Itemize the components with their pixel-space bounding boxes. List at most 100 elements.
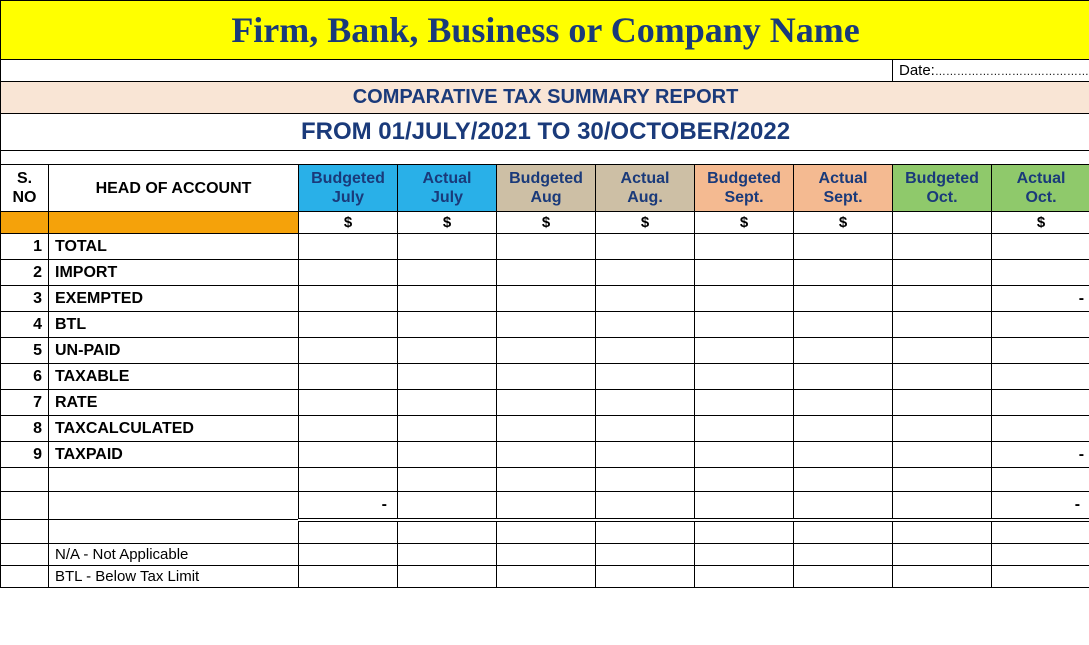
value-cell[interactable] — [497, 234, 596, 260]
value-cell[interactable] — [794, 364, 893, 390]
value-cell[interactable] — [992, 260, 1089, 286]
value-cell[interactable] — [794, 416, 893, 442]
value-cell[interactable] — [992, 312, 1089, 338]
value-cell[interactable] — [497, 338, 596, 364]
account-name-cell: IMPORT — [49, 260, 299, 286]
currency-head-cell[interactable] — [49, 212, 299, 234]
header-actual-oct: ActualOct. — [992, 165, 1089, 212]
value-cell[interactable] — [992, 234, 1089, 260]
value-cell[interactable] — [299, 416, 398, 442]
value-cell[interactable] — [299, 260, 398, 286]
value-cell[interactable] — [299, 390, 398, 416]
currency-cell[interactable]: $ — [695, 212, 794, 234]
value-cell[interactable] — [794, 312, 893, 338]
value-cell[interactable] — [794, 390, 893, 416]
value-cell[interactable] — [893, 286, 992, 312]
currency-cell[interactable]: $ — [596, 212, 695, 234]
value-cell[interactable] — [695, 234, 794, 260]
currency-cell[interactable]: $ — [794, 212, 893, 234]
currency-cell[interactable]: $ — [497, 212, 596, 234]
value-cell[interactable] — [794, 286, 893, 312]
value-cell[interactable] — [596, 260, 695, 286]
value-cell[interactable] — [893, 312, 992, 338]
value-cell[interactable] — [596, 416, 695, 442]
value-cell[interactable] — [497, 286, 596, 312]
value-cell[interactable] — [398, 416, 497, 442]
value-cell[interactable] — [497, 442, 596, 468]
value-cell[interactable] — [695, 260, 794, 286]
table-row: 7RATE — [1, 390, 1089, 416]
header-budgeted-oct: BudgetedOct. — [893, 165, 992, 212]
value-cell[interactable] — [398, 442, 497, 468]
currency-cell[interactable]: $ — [992, 212, 1089, 234]
value-cell[interactable] — [299, 312, 398, 338]
value-cell[interactable] — [497, 260, 596, 286]
table-row: 4BTL — [1, 312, 1089, 338]
total-cell[interactable] — [596, 492, 695, 520]
value-cell[interactable] — [398, 312, 497, 338]
total-cell[interactable] — [794, 492, 893, 520]
value-cell[interactable] — [299, 442, 398, 468]
value-cell[interactable] — [596, 364, 695, 390]
value-cell[interactable] — [299, 234, 398, 260]
value-cell[interactable] — [695, 286, 794, 312]
date-label: Date: — [899, 62, 935, 79]
value-cell[interactable] — [794, 338, 893, 364]
value-cell[interactable] — [398, 286, 497, 312]
value-cell[interactable] — [596, 442, 695, 468]
value-cell[interactable] — [398, 260, 497, 286]
table-row: 3EXEMPTED- — [1, 286, 1089, 312]
value-cell[interactable] — [695, 416, 794, 442]
value-cell[interactable] — [893, 442, 992, 468]
value-cell[interactable] — [497, 312, 596, 338]
total-cell[interactable]: - — [992, 492, 1089, 520]
total-cell[interactable]: - — [299, 492, 398, 520]
value-cell[interactable] — [398, 390, 497, 416]
currency-cell[interactable]: $ — [398, 212, 497, 234]
currency-sno-cell[interactable] — [1, 212, 49, 234]
value-cell[interactable] — [596, 312, 695, 338]
value-cell[interactable] — [398, 234, 497, 260]
total-cell[interactable] — [893, 492, 992, 520]
value-cell[interactable] — [893, 234, 992, 260]
table-row: 5UN-PAID — [1, 338, 1089, 364]
value-cell[interactable] — [893, 364, 992, 390]
value-cell[interactable] — [299, 286, 398, 312]
value-cell[interactable] — [299, 364, 398, 390]
currency-cell[interactable] — [893, 212, 992, 234]
value-cell[interactable] — [893, 416, 992, 442]
value-cell[interactable] — [398, 364, 497, 390]
value-cell[interactable] — [695, 338, 794, 364]
value-cell[interactable] — [497, 364, 596, 390]
value-cell[interactable] — [992, 390, 1089, 416]
value-cell[interactable] — [992, 338, 1089, 364]
value-cell[interactable] — [794, 260, 893, 286]
value-cell[interactable] — [893, 338, 992, 364]
value-cell[interactable] — [992, 364, 1089, 390]
value-cell[interactable] — [893, 260, 992, 286]
value-cell[interactable] — [794, 442, 893, 468]
total-cell[interactable] — [695, 492, 794, 520]
value-cell[interactable] — [893, 390, 992, 416]
value-cell[interactable]: - — [992, 286, 1089, 312]
value-cell[interactable] — [695, 364, 794, 390]
total-cell[interactable] — [398, 492, 497, 520]
value-cell[interactable] — [695, 312, 794, 338]
currency-cell[interactable]: $ — [299, 212, 398, 234]
table-row: 1 TOTAL — [1, 234, 1089, 260]
value-cell[interactable] — [497, 390, 596, 416]
value-cell[interactable] — [794, 234, 893, 260]
value-cell[interactable] — [596, 286, 695, 312]
value-cell[interactable] — [398, 338, 497, 364]
value-cell[interactable] — [299, 338, 398, 364]
value-cell[interactable]: - — [992, 442, 1089, 468]
total-cell[interactable] — [497, 492, 596, 520]
value-cell[interactable] — [497, 416, 596, 442]
value-cell[interactable] — [992, 416, 1089, 442]
value-cell[interactable] — [596, 338, 695, 364]
date-value[interactable]: ………………………………………………… — [935, 66, 1089, 78]
value-cell[interactable] — [596, 234, 695, 260]
value-cell[interactable] — [596, 390, 695, 416]
value-cell[interactable] — [695, 390, 794, 416]
value-cell[interactable] — [695, 442, 794, 468]
